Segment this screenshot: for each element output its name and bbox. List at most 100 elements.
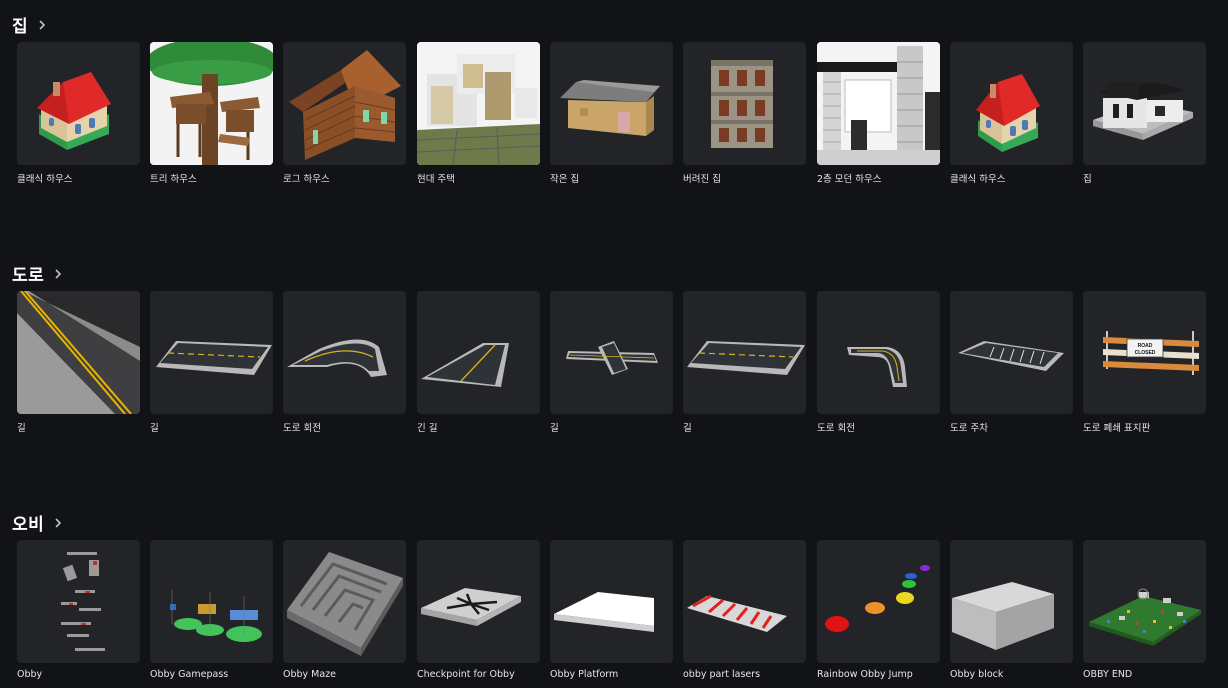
- asset-label: Obby Gamepass: [150, 669, 229, 680]
- asset-label: Obby block: [950, 669, 1004, 680]
- asset-thumbnail: [683, 540, 806, 663]
- abandoned-house-icon: [711, 60, 773, 148]
- house-icon: [1093, 82, 1193, 140]
- two-story-modern-house-icon: [817, 42, 940, 165]
- asset-card[interactable]: OBBY END: [1083, 540, 1206, 680]
- asset-label: 길: [550, 423, 559, 434]
- chevron-right-icon: [39, 19, 46, 30]
- asset-label: 현대 주택: [417, 174, 455, 185]
- asset-thumbnail: [283, 540, 406, 663]
- road-turn-icon: [287, 339, 387, 377]
- asset-thumbnail: [150, 540, 273, 663]
- asset-card[interactable]: 2층 모던 하우스: [817, 42, 940, 185]
- asset-thumbnail: [683, 42, 806, 165]
- log-house-icon: [289, 50, 401, 160]
- asset-label: 클래식 하우스: [17, 174, 73, 185]
- asset-card[interactable]: 길: [17, 291, 140, 434]
- asset-label: 길: [683, 423, 692, 434]
- asset-thumbnail: [550, 540, 673, 663]
- asset-thumbnail: [1083, 540, 1206, 663]
- section-title: 도로: [12, 266, 45, 286]
- asset-label: 도로 회전: [283, 423, 321, 434]
- asset-thumbnail: [550, 291, 673, 414]
- asset-card[interactable]: 트리 하우스: [150, 42, 273, 185]
- asset-card[interactable]: 클래식 하우스: [950, 42, 1073, 185]
- asset-card[interactable]: 작은 집: [550, 42, 673, 185]
- asset-card[interactable]: 버려진 집: [683, 42, 806, 185]
- asset-thumbnail: [683, 291, 806, 414]
- asset-card[interactable]: 길: [150, 291, 273, 434]
- asset-label: 도로 주차: [950, 423, 988, 434]
- asset-thumbnail: [817, 291, 940, 414]
- asset-thumbnail: [950, 291, 1073, 414]
- asset-card[interactable]: Obby: [17, 540, 140, 680]
- asset-card[interactable]: Obby Maze: [283, 540, 406, 680]
- asset-card[interactable]: 길: [683, 291, 806, 434]
- asset-thumbnail: [1083, 42, 1206, 165]
- obby-end-icon: [1089, 588, 1201, 646]
- asset-card[interactable]: 현대 주택: [417, 42, 540, 185]
- asset-label: 작은 집: [550, 174, 580, 185]
- asset-label: 버려진 집: [683, 174, 721, 185]
- asset-card[interactable]: 로그 하우스: [283, 42, 406, 185]
- asset-thumbnail: [417, 291, 540, 414]
- asset-thumbnail: [950, 42, 1073, 165]
- asset-card[interactable]: Rainbow Obby Jump: [817, 540, 940, 680]
- asset-thumbnail: [550, 42, 673, 165]
- asset-label: 집: [1083, 174, 1092, 185]
- asset-card[interactable]: 긴 길: [417, 291, 540, 434]
- chevron-right-icon: [55, 517, 62, 528]
- road-straight-icon: [687, 341, 805, 375]
- asset-thumbnail: [150, 291, 273, 414]
- section-title: 집: [12, 17, 29, 37]
- asset-card[interactable]: 길: [550, 291, 673, 434]
- road-straight-icon: [156, 341, 272, 375]
- asset-label: Obby Platform: [550, 669, 619, 680]
- road-turn-icon: [847, 347, 907, 387]
- section-header-houses[interactable]: 집: [12, 12, 48, 37]
- obby-course-icon: [61, 552, 105, 651]
- asset-card[interactable]: ROAD CLOSED 도로 폐쇄 표지판: [1083, 291, 1206, 434]
- obby-lasers-icon: [687, 594, 787, 632]
- tree-house-icon: [150, 42, 273, 165]
- asset-label: 로그 하우스: [283, 174, 330, 185]
- section-header-obby[interactable]: 오비: [12, 510, 64, 535]
- svg-text:ROAD: ROAD: [1138, 343, 1153, 349]
- asset-thumbnail: [950, 540, 1073, 663]
- asset-label: 긴 길: [417, 423, 438, 434]
- asset-card[interactable]: 집: [1083, 42, 1206, 185]
- asset-card[interactable]: Obby block: [950, 540, 1073, 680]
- obby-gamepass-icon: [170, 590, 262, 642]
- obby-block-icon: [952, 582, 1054, 650]
- obby-platform-icon: [554, 592, 654, 632]
- asset-label: Obby: [17, 669, 43, 680]
- asset-thumbnail: [417, 540, 540, 663]
- asset-thumbnail: [283, 291, 406, 414]
- road-intersection-icon: [566, 341, 658, 375]
- section-header-roads[interactable]: 도로: [12, 261, 64, 286]
- asset-thumbnail: [283, 42, 406, 165]
- asset-thumbnail: [417, 42, 540, 165]
- asset-label: OBBY END: [1083, 669, 1133, 680]
- asset-label: Obby Maze: [283, 669, 337, 680]
- asset-card[interactable]: 도로 회전: [817, 291, 940, 434]
- asset-card[interactable]: Checkpoint for Obby: [417, 540, 540, 680]
- asset-label: 길: [150, 423, 159, 434]
- long-road-icon: [421, 343, 509, 387]
- asset-card[interactable]: 도로 회전: [283, 291, 406, 434]
- road-parking-icon: [958, 341, 1064, 371]
- asset-card[interactable]: 클래식 하우스: [17, 42, 140, 185]
- asset-card[interactable]: Obby Gamepass: [150, 540, 273, 680]
- small-house-icon: [560, 80, 660, 136]
- modern-house-icon: [417, 42, 540, 165]
- asset-label: 길: [17, 423, 26, 434]
- asset-card[interactable]: Obby Platform: [550, 540, 673, 680]
- asset-label: Rainbow Obby Jump: [817, 669, 913, 680]
- asset-thumbnail: [17, 540, 140, 663]
- asset-label: 2층 모던 하우스: [817, 174, 882, 185]
- asset-card[interactable]: 도로 주차: [950, 291, 1073, 434]
- asset-card[interactable]: obby part lasers: [683, 540, 806, 680]
- classic-house-icon: [37, 72, 111, 150]
- asset-label: 도로 회전: [817, 423, 855, 434]
- asset-thumbnail: [817, 540, 940, 663]
